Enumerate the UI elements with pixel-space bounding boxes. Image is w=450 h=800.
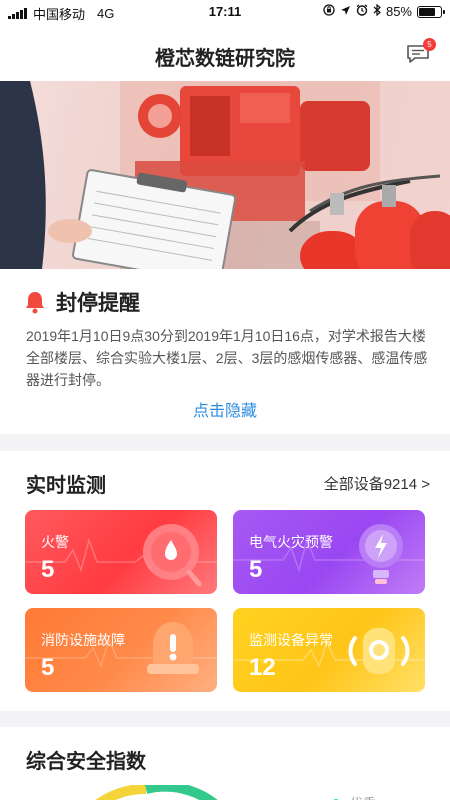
fire-facility-fault-card[interactable]: 消防设施故障 5 xyxy=(25,608,217,692)
electrical-fire-warning-card[interactable]: 电气火灾预警 5 xyxy=(233,510,425,594)
device-anomaly-card[interactable]: 监测设备异常 12 xyxy=(233,608,425,692)
all-devices-link[interactable]: 全部设备9214 > xyxy=(324,473,430,494)
notice-body: 2019年1月10日9点30分到2019年1月10日16点，对学术报告大楼全部楼… xyxy=(26,328,428,388)
card-label: 火警 xyxy=(41,534,69,550)
card-count: 5 xyxy=(249,556,263,583)
device-signal-icon xyxy=(348,628,410,674)
warning-bell-icon xyxy=(147,622,199,674)
fire-alarm-card[interactable]: 火警 5 xyxy=(25,510,217,594)
navigation-bar: 橙芯数链研究院 5 xyxy=(0,24,450,81)
card-label: 监测设备异常 xyxy=(249,632,333,648)
bell-icon xyxy=(26,292,44,314)
screen-rotation-lock-icon xyxy=(323,4,335,19)
bluetooth-icon xyxy=(373,3,381,19)
alarm-icon xyxy=(356,4,368,19)
fire-alarm-icon xyxy=(143,524,202,587)
section-title: 实时监测 xyxy=(26,475,106,497)
gauge-legend: 优秀 xyxy=(332,793,376,800)
realtime-monitoring-section: 实时监测 全部设备9214 > 火警 5 电气火灾预警 5 消防设施故障 5 监… xyxy=(0,451,450,711)
banner-image[interactable] xyxy=(0,81,450,269)
card-count: 5 xyxy=(41,556,55,583)
messages-button[interactable]: 5 xyxy=(406,38,436,64)
safety-gauge xyxy=(95,785,218,800)
card-count: 5 xyxy=(41,654,55,681)
card-count: 12 xyxy=(249,654,276,681)
battery-icon xyxy=(417,5,445,18)
legend-label: 优秀 xyxy=(350,793,376,800)
status-bar: 中国移动 4G 17:11 85% xyxy=(0,0,450,24)
section-title: 综合安全指数 xyxy=(26,751,146,773)
battery-percent: 85% xyxy=(385,4,412,19)
lightning-bulb-icon xyxy=(359,524,403,584)
card-label: 消防设施故障 xyxy=(41,632,125,648)
suspension-notice-card: 封停提醒 2019年1月10日9点30分到2019年1月10日16点，对学术报告… xyxy=(0,269,450,434)
safety-index-section: 综合安全指数 优秀 xyxy=(0,727,450,800)
page-title: 橙芯数链研究院 xyxy=(155,48,295,70)
message-badge: 5 xyxy=(423,38,436,51)
notice-title: 封停提醒 xyxy=(56,292,140,315)
card-label: 电气火灾预警 xyxy=(249,534,333,550)
hide-notice-link[interactable]: 点击隐藏 xyxy=(0,397,450,421)
location-arrow-icon xyxy=(340,4,351,19)
